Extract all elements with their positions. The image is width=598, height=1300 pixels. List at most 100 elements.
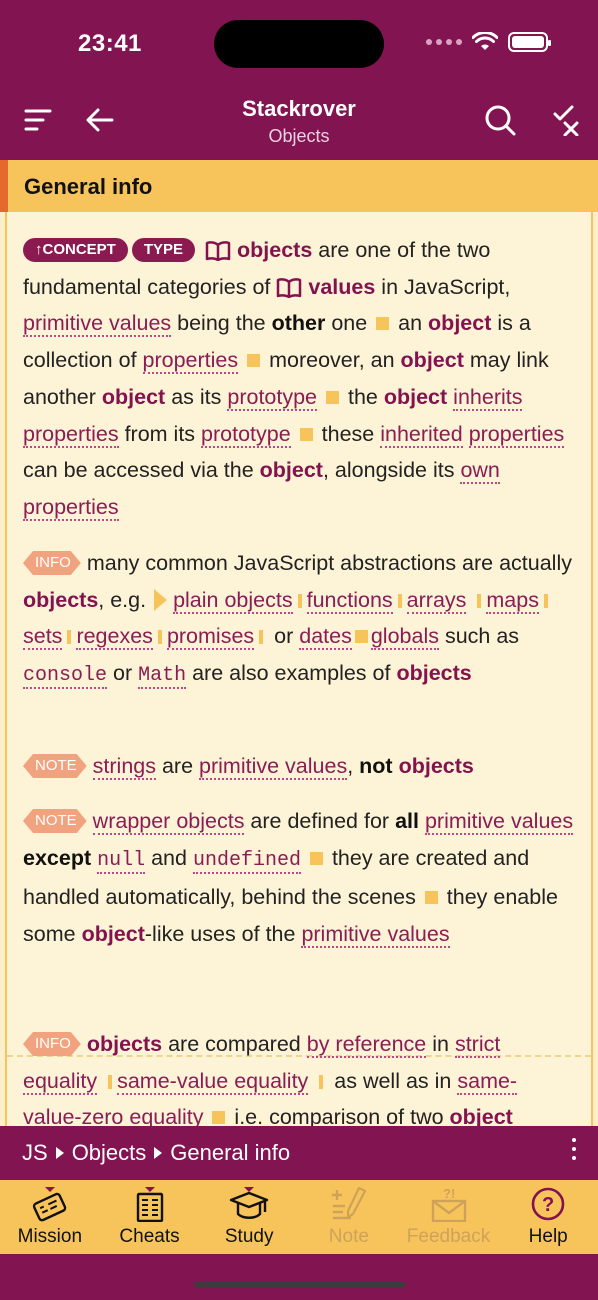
tab-mission[interactable]: Mission [0,1180,100,1254]
wifi-icon [472,32,498,50]
link-regexes[interactable]: regexes [76,624,153,651]
paragraph-objects-concept: ↑CONCEPT TYPE objects are one of the two … [23,232,575,526]
study-icon [229,1187,269,1219]
term-object: object [428,311,492,336]
link-maps[interactable]: maps [486,587,539,614]
status-bar: 23:41 [0,0,598,90]
text: are [156,754,200,778]
text: are defined for [244,809,396,833]
tab-label: Study [224,1226,274,1247]
info-tag: INFO [23,551,81,575]
tab-study[interactable]: Study [199,1180,299,1254]
section-body: ↑CONCEPT TYPE objects are one of the two … [5,212,593,1126]
type-chip[interactable]: TYPE [131,238,196,262]
note-icon [331,1186,366,1220]
link-functions[interactable]: functions [306,587,393,614]
tab-feedback[interactable]: ?! Feedback [399,1180,499,1254]
text: -like uses of the [144,922,302,947]
term-object: object [400,348,464,373]
text: these [315,421,381,446]
link-arrays[interactable]: arrays [406,587,467,614]
tab-help[interactable]: ? Help [498,1180,598,1254]
link-prototype[interactable]: prototype [227,384,318,411]
text: in [426,1032,455,1056]
emphasis-other: other [271,311,326,336]
text: an [392,311,429,336]
link-properties[interactable]: properties [23,421,119,448]
search-icon[interactable] [482,102,518,138]
link-primitive-values[interactable]: primitive values [424,809,574,835]
nav-bar: Stackrover Objects [0,90,598,158]
link-undefined[interactable]: undefined [192,848,301,874]
tab-label: Mission [17,1226,83,1247]
tab-bar: Mission Cheats Study Note ?! Feedback ? … [0,1180,598,1254]
book-icon [277,277,302,298]
link-by-reference[interactable]: by reference [306,1032,427,1058]
more-options-icon[interactable] [572,1138,576,1160]
separator-bar [319,1074,324,1089]
link-inherited[interactable]: inherited [380,421,463,448]
link-primitive-values[interactable]: primitive values [301,922,450,949]
paragraph-note-strings: NOTE strings are primitive values, not ob… [23,748,575,785]
link-plain-objects[interactable]: plain objects [173,587,293,614]
link-same-value-equality[interactable]: same-value equality [117,1068,309,1095]
concept-chip[interactable]: ↑CONCEPT [23,238,128,262]
separator-bar [157,630,162,645]
term-objects: objects [86,1032,163,1056]
link-strings[interactable]: strings [92,754,156,780]
section-title: General info [24,174,153,199]
text: as its [165,384,228,409]
term-object: object [81,922,145,947]
link-math[interactable]: Math [138,664,187,690]
link-sets[interactable]: sets [23,624,63,651]
link-wrapper-objects[interactable]: wrapper objects [92,809,245,835]
text: many common JavaScript abstractions are … [86,551,572,575]
link-properties[interactable]: properties [468,421,565,448]
term-object: object [259,458,323,483]
paragraph-info-abstractions: INFO many common JavaScript abstractions … [23,545,575,695]
link-primitive-values[interactable]: primitive values [199,754,348,780]
tab-cheats[interactable]: Cheats [100,1180,200,1254]
emphasis-not: not [359,754,393,778]
link-globals[interactable]: globals [370,624,439,651]
dynamic-island [214,20,384,68]
list-arrow-icon [154,588,168,611]
tab-label: Cheats [119,1226,180,1247]
text: are compared [162,1032,307,1056]
link-null[interactable]: null [97,848,146,874]
term-object: object [101,384,166,409]
book-icon [205,241,231,261]
link-console[interactable]: console [23,664,108,690]
text: i.e. comparison of two [228,1105,450,1126]
breadcrumb-item-js[interactable]: JS [22,1140,48,1166]
section-header[interactable]: General info [0,160,598,212]
content-area[interactable]: General info ↑CONCEPT TYPE objects are on… [0,160,598,1126]
text: being the [171,311,272,336]
link-prototype[interactable]: prototype [201,421,291,448]
term-object: object [383,384,448,409]
text: one [325,311,374,336]
breadcrumb-item-general-info[interactable]: General info [170,1140,290,1166]
link-primitive-values[interactable]: primitive values [23,311,172,338]
breadcrumb: JS Objects General info [0,1126,598,1180]
link-promises[interactable]: promises [166,624,255,651]
info-tag: INFO [23,1032,81,1056]
separator-square [376,317,390,331]
link-dates[interactable]: dates [299,624,352,651]
breadcrumb-item-objects[interactable]: Objects [72,1140,147,1166]
text: the [342,384,384,409]
tab-label: Help [528,1226,568,1247]
link-properties[interactable]: properties [142,348,239,375]
separator-bar [543,593,548,608]
tab-note[interactable]: Note [299,1180,399,1254]
home-indicator[interactable] [194,1282,406,1288]
link-inherits[interactable]: inherits [453,384,523,411]
note-tag: NOTE [23,809,87,833]
term-objects: objects [398,754,474,778]
term-objects[interactable]: objects [237,238,312,262]
term-values[interactable]: values [308,275,375,299]
separator-square [299,427,313,441]
check-dismiss-icon[interactable] [548,102,584,138]
status-icons [426,32,551,52]
feedback-icon: ?! [431,1186,466,1222]
